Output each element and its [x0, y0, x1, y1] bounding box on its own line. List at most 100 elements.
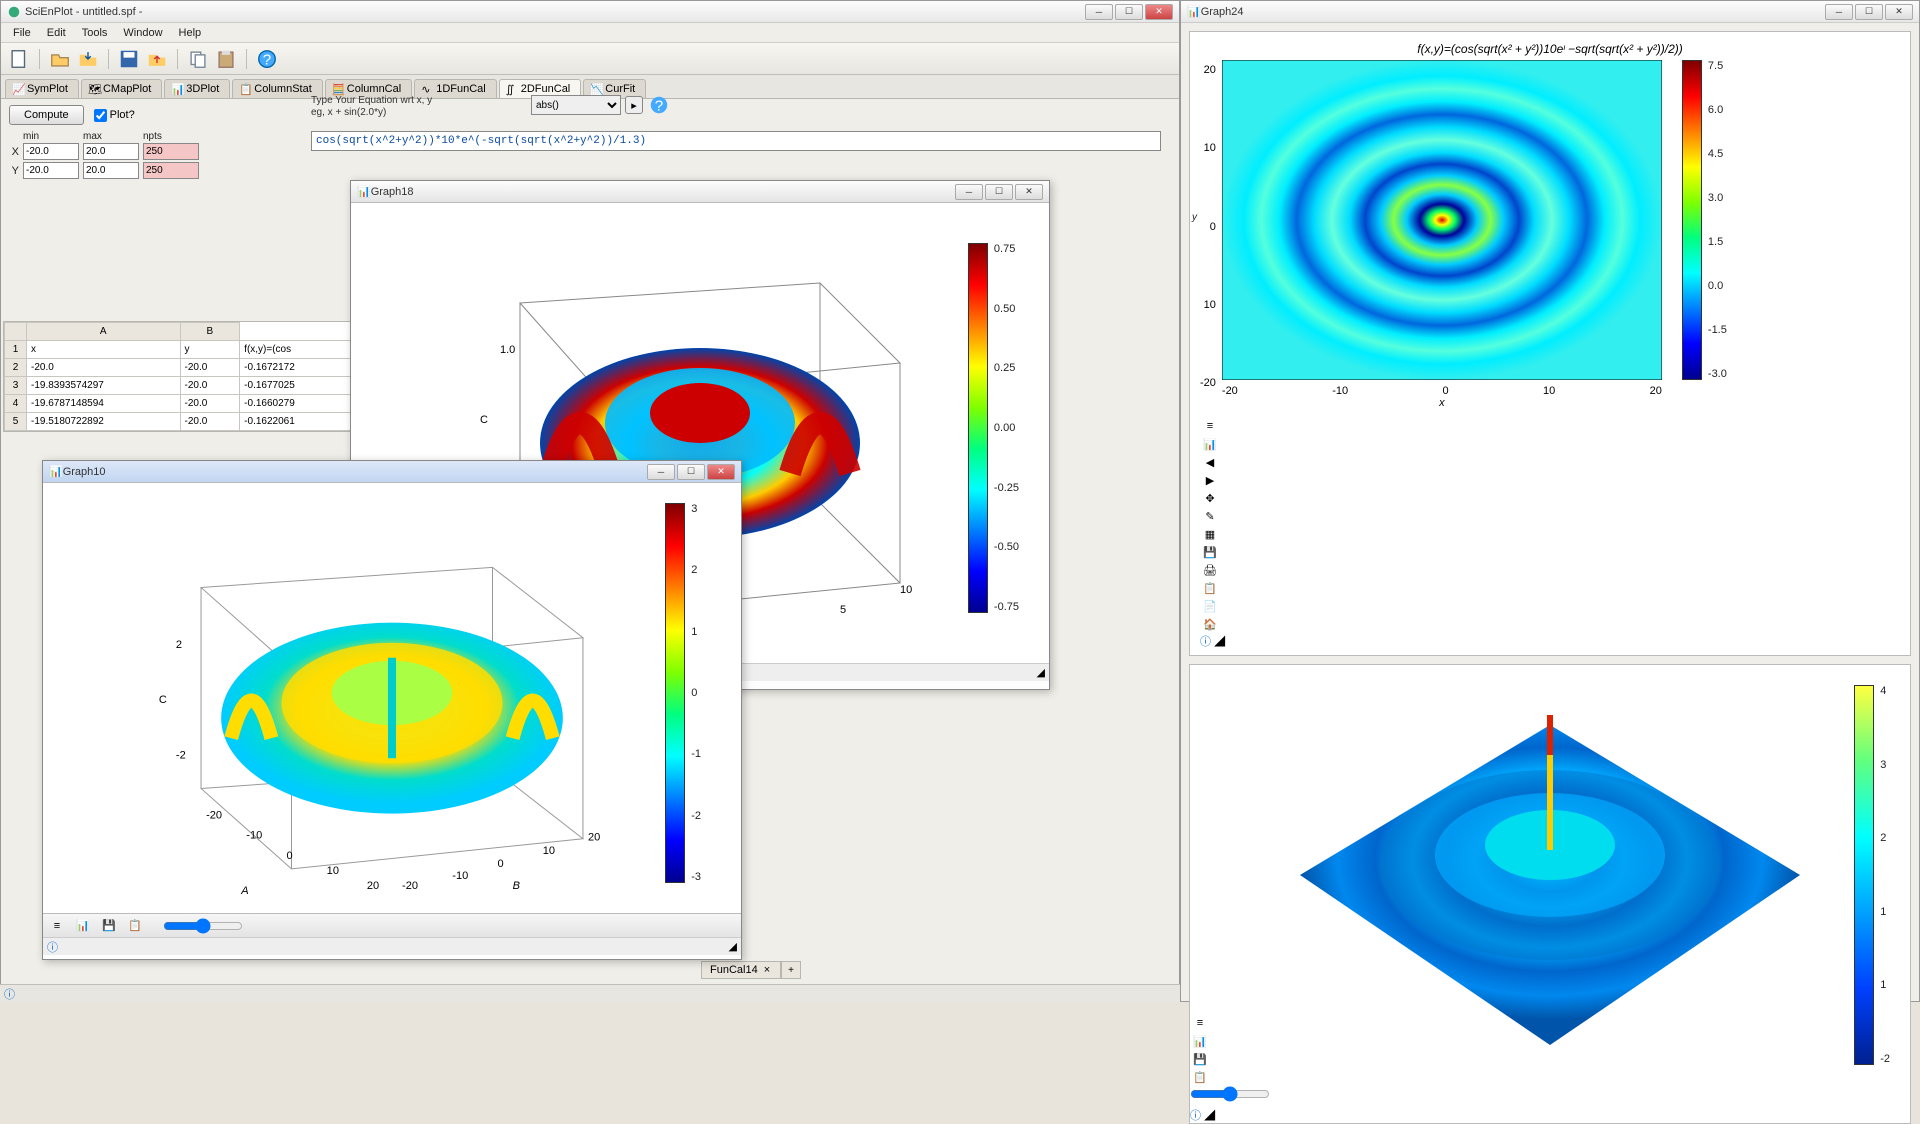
grid-col-a[interactable]: A — [27, 323, 181, 341]
graph10-icon: 📊 — [49, 465, 63, 478]
lp-list-icon[interactable]: ≡ — [1190, 1014, 1210, 1032]
chart-icon[interactable]: 📊 — [73, 917, 93, 935]
g24-print-icon[interactable]: 🖨 — [1200, 561, 1220, 579]
grid-col-b[interactable]: B — [180, 323, 240, 341]
open-icon[interactable] — [48, 47, 72, 71]
minimize-button[interactable]: ─ — [1085, 4, 1113, 20]
lp-save-icon[interactable]: 💾 — [1190, 1050, 1210, 1068]
g24-home-icon[interactable]: 🏠 — [1200, 615, 1220, 633]
close-button[interactable]: ✕ — [1145, 4, 1173, 20]
lp-zoom-slider[interactable] — [1190, 1086, 1270, 1102]
graph24-heatmap[interactable] — [1222, 60, 1662, 380]
resize-grip-icon[interactable]: ◢ — [729, 940, 737, 953]
x-max-input[interactable] — [83, 143, 139, 160]
col-min: min — [21, 131, 81, 142]
copy-plot-icon[interactable]: 📋 — [125, 917, 145, 935]
col-npts: npts — [141, 131, 201, 142]
export-icon[interactable] — [145, 47, 169, 71]
info-icon[interactable]: ⓘ — [47, 939, 58, 955]
resize-grip-icon[interactable]: ◢ — [1037, 666, 1045, 679]
tab-symplot[interactable]: 📈SymPlot — [5, 79, 79, 98]
eq-help-icon[interactable]: ? — [647, 93, 671, 117]
zoom-slider[interactable] — [163, 918, 243, 934]
g24-save-icon[interactable]: 💾 — [1200, 543, 1220, 561]
app2-close[interactable]: ✕ — [1885, 4, 1913, 20]
y-min-input[interactable] — [23, 162, 79, 179]
paste-icon[interactable] — [214, 47, 238, 71]
y-max-input[interactable] — [83, 162, 139, 179]
g24-back-icon[interactable]: ◀ — [1200, 453, 1220, 471]
menu-file[interactable]: File — [5, 27, 39, 39]
statusbar-info-icon[interactable]: ⓘ — [4, 986, 15, 1002]
close-tab-icon[interactable]: × — [762, 964, 772, 976]
menu-help[interactable]: Help — [171, 27, 210, 39]
secondary-window: 📊 Graph24 ─ ☐ ✕ f(x,y)=(cos(sqrt(x² + y²… — [1180, 0, 1920, 1002]
app2-minimize[interactable]: ─ — [1825, 4, 1853, 20]
copy-icon[interactable] — [186, 47, 210, 71]
titlebar[interactable]: SciEnPlot - untitled.spf - ─ ☐ ✕ — [1, 1, 1179, 23]
graph24-colorbar: 7.56.04.53.01.50.0-1.5-3.0 — [1682, 60, 1727, 380]
app2-maximize[interactable]: ☐ — [1855, 4, 1883, 20]
plot-checkbox[interactable]: Plot? — [94, 109, 135, 122]
x-min-input[interactable] — [23, 143, 79, 160]
add-tab-button[interactable]: + — [781, 961, 801, 979]
graph10-minimize[interactable]: ─ — [647, 464, 675, 480]
bottom-tab-funcal14[interactable]: FunCal14 × — [701, 961, 781, 979]
g24-list-icon[interactable]: ≡ — [1200, 417, 1220, 435]
row-y-label: Y — [9, 161, 21, 180]
main-statusbar: ⓘ — [0, 984, 1180, 1002]
g24-grid-icon[interactable]: ▦ — [1200, 525, 1220, 543]
svg-text:0: 0 — [286, 850, 292, 862]
tab-columnstat[interactable]: 📋ColumnStat — [232, 79, 322, 98]
tab-cmapplot[interactable]: 🗺CMapPlot — [81, 79, 162, 98]
graph18-close[interactable]: ✕ — [1015, 184, 1043, 200]
x-npts-input[interactable] — [143, 143, 199, 160]
plot-checkbox-input[interactable] — [94, 109, 107, 122]
save-icon[interactable] — [117, 47, 141, 71]
lp-copy-icon[interactable]: 📋 — [1190, 1068, 1210, 1086]
list-icon[interactable]: ≡ — [47, 917, 67, 935]
compute-button[interactable]: Compute — [9, 105, 84, 125]
graph18-maximize[interactable]: ☐ — [985, 184, 1013, 200]
menu-tools[interactable]: Tools — [74, 27, 116, 39]
menu-window[interactable]: Window — [115, 27, 170, 39]
graph24-toolbar: ≡ 📊 ◀ ▶ ✥ ✎ ▦ 💾 🖨 📋 📄 🏠 — [1200, 417, 1900, 633]
help-icon[interactable]: ? — [255, 47, 279, 71]
svg-text:C: C — [159, 694, 167, 706]
lp-chart-icon[interactable]: 📊 — [1190, 1032, 1210, 1050]
y-npts-input[interactable] — [143, 162, 199, 179]
g24-forward-icon[interactable]: ▶ — [1200, 471, 1220, 489]
lp-info-icon[interactable]: ⓘ — [1190, 1110, 1201, 1122]
function-select[interactable]: abs() — [531, 95, 621, 115]
g24-edit-icon[interactable]: ✎ — [1200, 507, 1220, 525]
g24-chart-icon[interactable]: 📊 — [1200, 435, 1220, 453]
insert-func-icon[interactable]: ▸ — [625, 96, 643, 114]
graph10-close[interactable]: ✕ — [707, 464, 735, 480]
save-plot-icon[interactable]: 💾 — [99, 917, 119, 935]
bottom-tabs: FunCal14 × + — [701, 961, 801, 979]
equation-input[interactable] — [311, 131, 1161, 151]
graph10-colorbar: 3210-1-2-3 — [665, 503, 701, 883]
graph10-plot[interactable]: 2 -2 C A B -20 -10 0 10 20 -20 -10 0 10 … — [63, 497, 721, 899]
graph18-minimize[interactable]: ─ — [955, 184, 983, 200]
svg-text:-10: -10 — [246, 830, 262, 842]
col-max: max — [81, 131, 141, 142]
maximize-button[interactable]: ☐ — [1115, 4, 1143, 20]
resize-grip-icon[interactable]: ◢ — [1214, 636, 1225, 648]
resize-grip-icon[interactable]: ◢ — [1204, 1110, 1215, 1122]
g24-paste-icon[interactable]: 📄 — [1200, 597, 1220, 615]
g24-move-icon[interactable]: ✥ — [1200, 489, 1220, 507]
svg-text:1.0: 1.0 — [500, 344, 515, 356]
graph10-window[interactable]: 📊 Graph10 ─ ☐ ✕ 2 -2 C A B -20 — [42, 460, 742, 960]
g24-copy-icon[interactable]: 📋 — [1200, 579, 1220, 597]
menu-edit[interactable]: Edit — [39, 27, 74, 39]
tab-3dplot[interactable]: 📊3DPlot — [164, 79, 230, 98]
new-icon[interactable] — [7, 47, 31, 71]
graph10-maximize[interactable]: ☐ — [677, 464, 705, 480]
data-grid[interactable]: AB 1xyf(x,y)=(cos 2-20.0-20.0-0.1672172 … — [3, 321, 353, 432]
svg-text:10: 10 — [543, 845, 555, 857]
app2-icon: 📊 — [1187, 5, 1201, 18]
g24-info-icon[interactable]: ⓘ — [1200, 636, 1211, 648]
separator — [246, 49, 247, 69]
import-icon[interactable] — [76, 47, 100, 71]
